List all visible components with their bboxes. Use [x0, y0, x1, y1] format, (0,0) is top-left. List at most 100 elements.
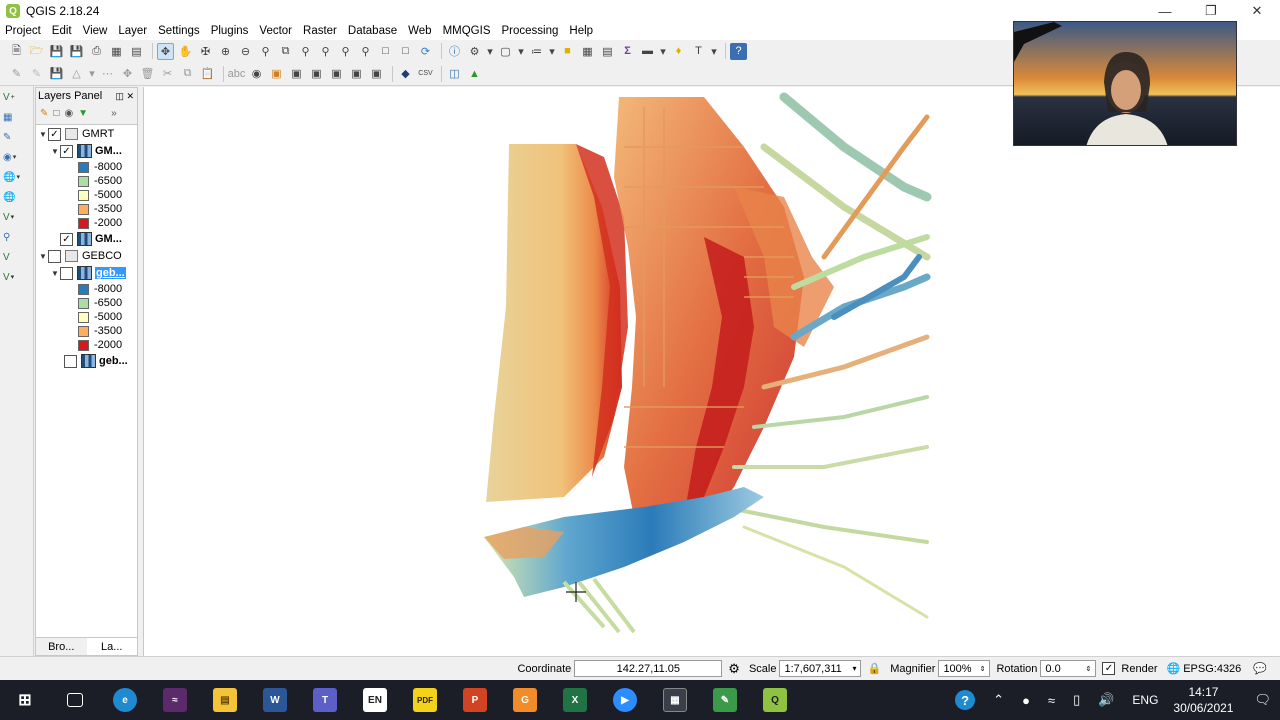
add-wms-layer-icon[interactable]: 🌐 ▾ — [3, 168, 29, 186]
move-feature-icon[interactable]: ✥ — [119, 65, 136, 82]
menu-layer[interactable]: Layer — [118, 25, 147, 37]
pdf-icon[interactable]: PDF — [400, 680, 450, 720]
tree-layer-gmrt-1[interactable]: ▼ ✓ GM... — [50, 144, 122, 158]
spin-arrows-icon[interactable]: ⇕ — [980, 665, 986, 673]
add-raster-layer-icon[interactable]: ▦ — [3, 108, 29, 126]
microphone-icon[interactable]: ● — [1022, 693, 1030, 708]
task-view-icon[interactable] — [50, 680, 100, 720]
dropdown-arrow-icon[interactable]: ▾ — [548, 43, 556, 60]
new-shapefile-icon[interactable]: V — [3, 248, 29, 266]
filter-legend-icon[interactable]: ▼ — [78, 108, 88, 119]
menu-plugins[interactable]: Plugins — [211, 25, 249, 37]
zoom-icon[interactable]: ▶ — [600, 680, 650, 720]
tab-browser[interactable]: Bro... — [36, 637, 87, 655]
app-orange-icon[interactable]: G — [500, 680, 550, 720]
statistics-sigma-icon[interactable]: Σ — [619, 43, 636, 60]
vertex-tool-icon[interactable]: ⋯ — [99, 65, 116, 82]
menu-processing[interactable]: Processing — [502, 25, 559, 37]
label-tool-icon[interactable]: abc — [228, 65, 246, 82]
new-map-view-icon[interactable]: □ — [377, 43, 394, 60]
add-delimited-text-icon[interactable]: ✎ — [3, 128, 29, 146]
tree-layer-gebco-1[interactable]: ▼ geb... — [50, 266, 126, 280]
zoom-selection-icon[interactable]: ⚲ — [297, 43, 314, 60]
volume-icon[interactable]: 🔊 — [1098, 692, 1114, 708]
help-tray-icon[interactable]: ? — [955, 690, 976, 710]
menu-edit[interactable]: Edit — [52, 25, 72, 37]
map-canvas[interactable] — [143, 87, 1280, 656]
menu-mmqgis[interactable]: MMQGIS — [443, 25, 491, 37]
zoom-in-icon[interactable]: ⊕ — [217, 43, 234, 60]
crs-label[interactable]: EPSG:4326 — [1183, 663, 1241, 675]
zoom-full-icon[interactable]: ⧉ — [277, 43, 294, 60]
refresh-icon[interactable]: ⟳ — [417, 43, 434, 60]
wifi-icon[interactable]: ≈ — [1048, 693, 1055, 708]
field-calculator-icon[interactable]: ▤ — [599, 43, 616, 60]
add-feature-icon[interactable]: △ — [68, 65, 85, 82]
powerpoint-icon[interactable]: P — [450, 680, 500, 720]
measure-icon[interactable]: ▬ — [639, 43, 656, 60]
menu-raster[interactable]: Raster — [303, 25, 337, 37]
battery-icon[interactable]: ▯ — [1073, 692, 1080, 708]
paste-features-icon[interactable]: 📋 — [199, 65, 216, 82]
bookmark-icon[interactable]: □ — [397, 43, 414, 60]
scale-combobox[interactable]: 1:7,607,311 ▾ — [779, 660, 862, 677]
zoom-next-icon[interactable]: ⚲ — [357, 43, 374, 60]
dropdown-arrow-icon[interactable]: ▾ — [710, 43, 718, 60]
visibility-icon[interactable]: ◉ — [64, 108, 73, 119]
add-vector-layer-icon[interactable]: V + — [3, 88, 29, 106]
label-rotate-icon[interactable]: ▣ — [308, 65, 325, 82]
close-button[interactable]: ✕ — [1234, 0, 1280, 22]
save-project-icon[interactable]: 💾 — [48, 43, 65, 60]
qgis-taskbar-icon[interactable]: Q — [750, 680, 800, 720]
map-tips-icon[interactable]: ♦ — [670, 43, 687, 60]
tree-layer-gmrt-2[interactable]: ✓ GM... — [60, 232, 122, 246]
save-edits-icon[interactable]: 💾 — [48, 65, 65, 82]
calculator-icon[interactable]: ▦ — [650, 680, 700, 720]
dropdown-arrow-icon[interactable]: ▾ — [88, 65, 96, 82]
menu-settings[interactable]: Settings — [158, 25, 200, 37]
menu-database[interactable]: Database — [348, 25, 397, 37]
pan-to-selection-icon[interactable]: ✠ — [197, 43, 214, 60]
word-icon[interactable]: W — [250, 680, 300, 720]
run-action-icon[interactable]: ⚙ — [466, 43, 483, 60]
spin-arrows-icon[interactable]: ⇕ — [1086, 665, 1092, 673]
current-edits-icon[interactable]: ✎ — [8, 65, 25, 82]
clock[interactable]: 14:17 30/06/2021 — [1173, 684, 1233, 716]
chevron-up-icon[interactable]: ⌃ — [993, 692, 1004, 708]
crs-globe-icon[interactable]: 🌐 — [1167, 662, 1181, 675]
teams-icon[interactable]: T — [300, 680, 350, 720]
tab-layers[interactable]: La... — [86, 637, 137, 655]
menu-project[interactable]: Project — [5, 25, 41, 37]
new-layer-icon[interactable]: V ▾ — [3, 268, 29, 286]
collapse-arrow-icon[interactable]: ▼ — [50, 147, 60, 156]
menu-help[interactable]: Help — [569, 25, 593, 37]
pan-hand-icon[interactable]: ✋ — [177, 43, 194, 60]
dropdown-arrow-icon[interactable]: ▾ — [517, 43, 525, 60]
label-properties-icon[interactable]: ▣ — [368, 65, 385, 82]
toggle-extents-icon[interactable]: ⚙ — [728, 661, 740, 677]
style-manager-icon[interactable]: ✎ — [40, 108, 48, 119]
magnifier-spinbox[interactable]: 100% ⇕ — [938, 660, 991, 677]
dropdown-arrow-icon[interactable]: ▾ — [486, 43, 494, 60]
language-indicator[interactable]: ENG — [1132, 693, 1158, 707]
label-move-icon[interactable]: ▣ — [288, 65, 305, 82]
add-virtual-layer-icon[interactable]: ⚲ — [3, 228, 29, 246]
toggle-editing-icon[interactable]: ✎ — [28, 65, 45, 82]
select-features-icon[interactable]: ▢ — [497, 43, 514, 60]
add-layer-icon[interactable]: ◆ — [397, 65, 414, 82]
messages-icon[interactable]: 💬 — [1253, 662, 1267, 675]
print-composer-icon[interactable]: ⎙ — [88, 43, 105, 60]
rotation-spinbox[interactable]: 0.0 ⇕ — [1040, 660, 1097, 677]
tree-group-gebco[interactable]: ▼ GEBCO — [38, 249, 122, 263]
attribute-table-icon[interactable]: ▦ — [579, 43, 596, 60]
layer-checkbox[interactable]: ✓ — [60, 232, 73, 246]
text-annotation-icon[interactable]: T — [690, 43, 707, 60]
composer-manager-icon[interactable]: ▦ — [108, 43, 125, 60]
float-panel-icon[interactable]: ◫ — [115, 91, 124, 101]
start-button[interactable]: ⊞ — [0, 680, 50, 720]
layer-checkbox[interactable] — [48, 249, 61, 263]
layout-icon[interactable]: ▤ — [128, 43, 145, 60]
coordinate-field[interactable]: 142.27,11.05 — [574, 660, 723, 677]
zoom-layer-icon[interactable]: ⚲ — [317, 43, 334, 60]
notifications-icon[interactable]: 🗨 — [1254, 692, 1271, 708]
